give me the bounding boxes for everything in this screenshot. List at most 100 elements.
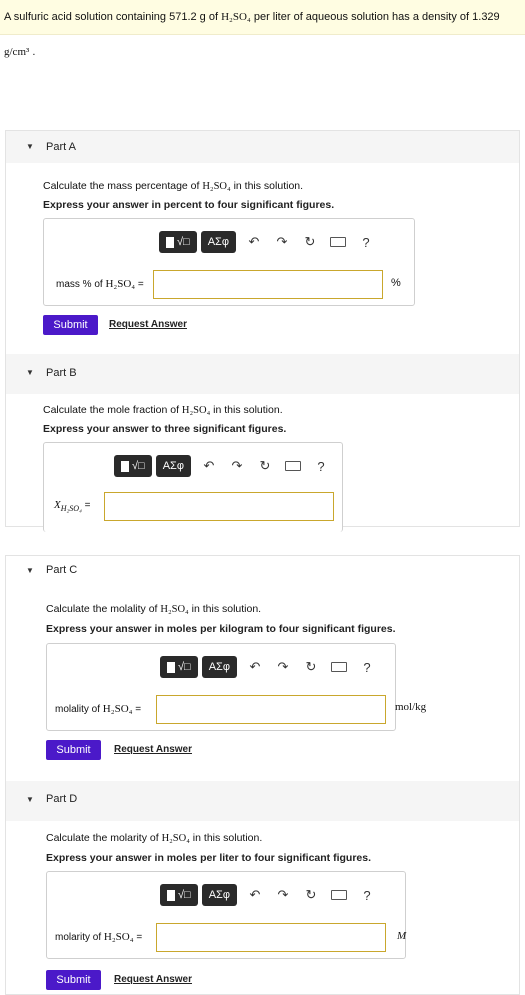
greek-symbols-button[interactable]: AΣφ	[201, 884, 237, 906]
label-text: =	[132, 704, 142, 715]
part-a-instruction: Express your answer in percent to four s…	[43, 199, 335, 211]
help-icon[interactable]: ?	[307, 459, 335, 474]
reset-icon[interactable]: ↻	[296, 234, 324, 250]
reset-icon[interactable]: ↻	[251, 458, 279, 474]
collapse-caret-icon[interactable]: ▼	[26, 566, 34, 575]
problem-text: A sulfuric acid solution containing 571.…	[4, 11, 222, 23]
part-c-unit: mol/kg	[395, 701, 427, 713]
redo-icon[interactable]: ↷	[223, 458, 251, 474]
part-a-request-answer-link[interactable]: Request Answer	[109, 319, 187, 330]
label-symbol: X	[54, 499, 61, 511]
question-text: in this solution.	[189, 832, 263, 844]
greek-label: AΣφ	[207, 236, 229, 248]
keyboard-icon[interactable]	[325, 888, 353, 903]
part-c-input-label: molality of H₂SO₄ =	[55, 703, 141, 715]
part-d-title: Part D	[46, 793, 78, 805]
question-text: in this solution.	[210, 404, 283, 416]
part-c-submit-button[interactable]: Submit	[46, 740, 101, 760]
part-d-request-answer-link[interactable]: Request Answer	[114, 974, 192, 985]
help-icon[interactable]: ?	[352, 235, 380, 250]
undo-icon[interactable]: ↶	[241, 659, 269, 675]
undo-icon[interactable]: ↶	[195, 458, 223, 474]
question-text: in this solution.	[188, 603, 262, 615]
help-icon[interactable]: ?	[353, 660, 381, 675]
redo-icon[interactable]: ↷	[269, 659, 297, 675]
templates-button[interactable]: √□	[160, 884, 198, 906]
question-text: Calculate the mole fraction of	[43, 404, 182, 416]
part-c-instruction: Express your answer in moles per kilogra…	[46, 623, 396, 635]
label-subscript: H₂SO₄	[60, 504, 82, 513]
formula: H₂SO₄	[102, 703, 133, 715]
redo-icon[interactable]: ↷	[268, 234, 296, 250]
part-d-submit-button[interactable]: Submit	[46, 970, 101, 990]
part-d-instruction: Express your answer in moles per liter t…	[46, 852, 371, 864]
label-text: =	[135, 279, 144, 290]
redo-icon[interactable]: ↷	[269, 887, 297, 903]
help-icon[interactable]: ?	[353, 888, 381, 903]
part-a-answer-box: √□ AΣφ ↶ ↷ ↻ ? mass % of H₂SO₄ = %	[43, 218, 415, 306]
part-c-answer-input[interactable]	[156, 695, 386, 724]
greek-label: AΣφ	[208, 889, 230, 901]
formula: H₂SO₄	[105, 278, 136, 290]
formula: H₂SO₄	[160, 604, 189, 615]
part-d-answer-box: √□ AΣφ ↶ ↷ ↻ ? molarity of H₂SO₄ = M	[46, 871, 406, 959]
part-b-title: Part B	[46, 367, 77, 379]
collapse-caret-icon[interactable]: ▼	[26, 142, 34, 151]
part-d-header[interactable]: ▼ Part D	[6, 781, 519, 821]
greek-symbols-button[interactable]: AΣφ	[200, 231, 236, 253]
keyboard-icon[interactable]	[279, 459, 307, 474]
templates-label: √□	[178, 661, 191, 673]
formula: H₂SO₄	[181, 405, 211, 416]
part-a-unit: %	[391, 277, 401, 289]
greek-label: AΣφ	[208, 661, 230, 673]
collapse-caret-icon[interactable]: ▼	[26, 795, 34, 804]
reset-icon[interactable]: ↻	[297, 659, 325, 675]
question-text: Calculate the molarity of	[46, 832, 162, 844]
part-c-answer-box: √□ AΣφ ↶ ↷ ↻ ? molality of H₂SO₄ =	[46, 643, 396, 731]
question-text: Calculate the molality of	[46, 603, 161, 615]
greek-symbols-button[interactable]: AΣφ	[201, 656, 237, 678]
math-toolbar: √□ AΣφ ↶ ↷ ↻ ?	[160, 656, 381, 678]
part-b-question: Calculate the mole fraction of H₂SO₄ in …	[43, 404, 283, 416]
part-b-input-label: XH₂SO₄ =	[54, 499, 90, 513]
keyboard-icon[interactable]	[324, 235, 352, 250]
part-c-header[interactable]: ▼ Part C	[6, 556, 519, 586]
formula: H₂SO₄	[161, 833, 190, 844]
part-a-title: Part A	[46, 141, 76, 153]
templates-button[interactable]: √□	[160, 656, 198, 678]
part-c-request-answer-link[interactable]: Request Answer	[114, 744, 192, 755]
collapse-caret-icon[interactable]: ▼	[26, 368, 34, 377]
templates-button[interactable]: √□	[159, 231, 197, 253]
question-text: in this solution.	[230, 180, 304, 192]
part-a-question: Calculate the mass percentage of H₂SO₄ i…	[43, 180, 303, 192]
math-toolbar: √□ AΣφ ↶ ↷ ↻ ?	[114, 455, 335, 477]
formula: H₂SO₄	[202, 181, 231, 192]
label-text: molarity of	[55, 932, 104, 943]
part-b-instruction: Express your answer to three significant…	[43, 423, 287, 435]
part-a-answer-input[interactable]	[153, 270, 383, 299]
problem-statement: A sulfuric acid solution containing 571.…	[0, 0, 525, 58]
part-d-question: Calculate the molarity of H₂SO₄ in this …	[46, 832, 262, 844]
part-d-unit: M	[397, 930, 407, 942]
math-toolbar: √□ AΣφ ↶ ↷ ↻ ?	[159, 231, 380, 253]
templates-label: √□	[178, 889, 191, 901]
part-b-header[interactable]: ▼ Part B	[6, 354, 519, 394]
part-d-answer-input[interactable]	[156, 923, 386, 952]
part-a-submit-button[interactable]: Submit	[43, 315, 98, 335]
part-d-input-label: molarity of H₂SO₄ =	[55, 931, 142, 943]
undo-icon[interactable]: ↶	[241, 887, 269, 903]
part-b-answer-input[interactable]	[104, 492, 334, 521]
part-a-input-label: mass % of H₂SO₄ =	[56, 278, 144, 290]
parts-cd-panel: ▼ Part C Calculate the molality of H₂SO₄…	[5, 555, 520, 995]
greek-symbols-button[interactable]: AΣφ	[155, 455, 191, 477]
question-text: Calculate the mass percentage of	[43, 180, 203, 192]
formula: H₂SO₄	[221, 11, 251, 23]
part-a-header[interactable]: ▼ Part A	[6, 131, 519, 163]
templates-button[interactable]: √□	[114, 455, 152, 477]
reset-icon[interactable]: ↻	[297, 887, 325, 903]
parts-ab-panel: ▼ Part A Calculate the mass percentage o…	[5, 130, 520, 532]
part-c-question: Calculate the molality of H₂SO₄ in this …	[46, 603, 261, 615]
templates-label: √□	[132, 460, 145, 472]
undo-icon[interactable]: ↶	[240, 234, 268, 250]
keyboard-icon[interactable]	[325, 660, 353, 675]
